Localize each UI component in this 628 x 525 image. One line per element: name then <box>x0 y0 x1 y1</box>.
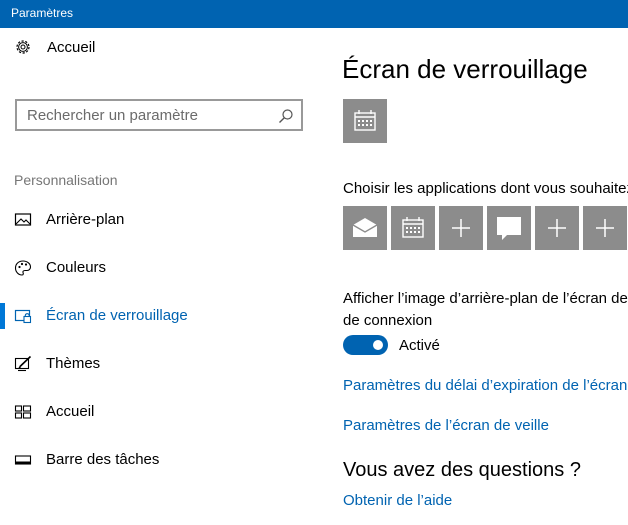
questions-heading: Vous avez des questions ? <box>343 459 581 481</box>
signin-background-toggle[interactable] <box>343 335 388 355</box>
screensaver-settings-link[interactable]: Paramètres de l’écran de veille <box>343 417 549 434</box>
mail-icon <box>352 218 378 237</box>
gear-icon <box>16 40 30 54</box>
nav-item-label: Écran de verrouillage <box>46 307 188 324</box>
plus-icon <box>596 219 614 237</box>
signin-background-label-line2: de connexion <box>343 312 433 329</box>
quick-status-app-mail[interactable] <box>343 206 387 250</box>
nav-item-label: Barre des tâches <box>46 451 160 468</box>
plus-icon <box>452 219 470 237</box>
search-input[interactable] <box>27 106 267 124</box>
page-title: Écran de verrouillage <box>342 54 588 84</box>
nav-item-colors[interactable]: Couleurs <box>0 248 320 288</box>
signin-background-label-line1: Afficher l’image d’arrière-plan de l’écr… <box>343 290 628 307</box>
nav-item-label: Couleurs <box>46 259 107 276</box>
nav-item-lock-screen[interactable]: Écran de verrouillage <box>0 296 320 336</box>
nav-item-label: Arrière-plan <box>46 211 125 228</box>
quick-status-add-button[interactable] <box>535 206 579 250</box>
plus-icon <box>548 219 566 237</box>
toggle-knob <box>373 340 383 350</box>
detailed-status-app-button[interactable] <box>343 99 387 143</box>
settings-search-box[interactable] <box>15 99 303 131</box>
nav-item-start[interactable]: Accueil <box>0 392 320 432</box>
selected-indicator <box>0 303 5 329</box>
quick-status-add-button[interactable] <box>439 206 483 250</box>
nav-item-themes[interactable]: Thèmes <box>0 344 320 384</box>
toggle-state-label: Activé <box>399 337 440 354</box>
signin-background-label: Afficher l’image d’arrière-plan de l’écr… <box>343 288 628 332</box>
start-tiles-icon <box>14 405 32 419</box>
palette-icon <box>14 260 32 276</box>
get-help-link[interactable]: Obtenir de l’aide <box>343 492 452 509</box>
screen-timeout-settings-link[interactable]: Paramètres du délai d’expiration de l’éc… <box>343 377 627 394</box>
window-title: Paramètres <box>11 6 74 20</box>
calendar-icon <box>354 110 376 131</box>
themes-icon <box>14 355 32 372</box>
lock-screen-icon <box>14 309 32 324</box>
picture-icon <box>14 213 32 226</box>
calendar-icon <box>402 217 424 238</box>
quick-status-apps <box>343 206 628 250</box>
nav-item-background[interactable]: Arrière-plan <box>0 200 320 240</box>
message-icon <box>497 217 521 240</box>
nav-item-taskbar[interactable]: Barre des tâches <box>0 440 320 480</box>
quick-status-app-messaging[interactable] <box>487 206 531 250</box>
nav-section-heading: Personnalisation <box>14 172 118 188</box>
quick-status-app-calendar[interactable] <box>391 206 435 250</box>
window-titlebar: Paramètres <box>0 0 628 28</box>
nav-home-label: Accueil <box>47 39 96 56</box>
nav-home-button[interactable]: Accueil <box>0 28 320 68</box>
quick-status-add-button[interactable] <box>583 206 627 250</box>
search-icon[interactable] <box>278 108 294 124</box>
nav-item-label: Accueil <box>46 403 95 420</box>
quick-status-label: Choisir les applications dont vous souha… <box>343 180 628 197</box>
taskbar-icon <box>14 455 32 465</box>
nav-item-label: Thèmes <box>46 355 101 372</box>
